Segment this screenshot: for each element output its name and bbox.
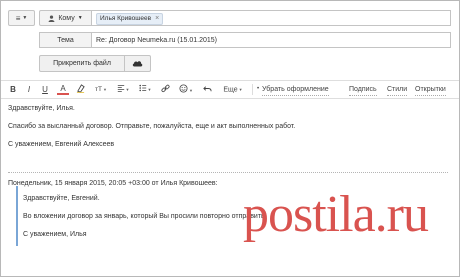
quote-greeting: Здравствуйте, Евгений. [23, 195, 100, 202]
undo-icon[interactable] [201, 84, 213, 95]
more-label: Еще [223, 86, 238, 94]
compose-window: ≡ ▼ Кому ▼ Илья Кривошеев × Тема Re: Дог… [0, 0, 460, 277]
dot-icon: • [256, 86, 260, 92]
highlight-icon[interactable] [73, 84, 87, 95]
font-size-label: тТ [95, 86, 102, 94]
thanks-text: Спасибо за высланный договор. Отправьте,… [8, 123, 296, 130]
quote-bar [16, 186, 18, 246]
subject-label: Тема [39, 32, 92, 48]
remove-formatting-link[interactable]: Убрать оформление [262, 84, 329, 96]
recipient-chip[interactable]: Илья Кривошеев × [96, 13, 164, 25]
styles-link[interactable]: Стили [387, 84, 408, 96]
toolbar-divider [252, 84, 253, 95]
text-color-button[interactable]: A [57, 84, 69, 95]
to-field[interactable]: Илья Кривошеев × [92, 10, 451, 26]
chevron-down-icon: ▼ [77, 15, 83, 21]
to-label: Кому [58, 14, 75, 22]
underline-button[interactable]: U [41, 84, 49, 95]
attach-file-label: Прикрепить файл [53, 60, 111, 67]
greeting-text: Здравствуйте, Илья. [8, 105, 75, 112]
font-size-button[interactable]: тТ▼ [93, 84, 109, 95]
list-button[interactable]: ▼ [137, 84, 153, 95]
list-icon [138, 84, 146, 92]
smiley-icon [179, 84, 188, 93]
subject-value: Re: Договор Neumeka.ru (15.01.2015) [96, 36, 217, 44]
subject-input[interactable]: Re: Договор Neumeka.ru (15.01.2015) [92, 32, 451, 48]
quote-body: Во вложении договор за январь, который В… [23, 213, 267, 220]
emoji-button[interactable]: ▼ [177, 84, 195, 95]
attach-file-button[interactable]: Прикрепить файл [39, 55, 125, 72]
more-button[interactable]: Еще▼ [223, 84, 243, 95]
close-icon[interactable]: × [155, 14, 159, 24]
link-icon[interactable] [159, 84, 171, 95]
align-button[interactable]: ▼ [115, 84, 131, 95]
quote-signature: С уважением, Илья [23, 231, 87, 238]
quote-separator [8, 172, 448, 173]
menu-button[interactable]: ≡ ▼ [8, 10, 35, 26]
signature-link[interactable]: Подпись [349, 84, 377, 96]
chevron-down-icon: ▼ [22, 15, 28, 21]
recipient-name: Илья Кривошеев [100, 15, 152, 22]
quote-header: Понедельник, 15 января 2015, 20:05 +03:0… [8, 180, 218, 187]
subject-label-text: Тема [57, 36, 74, 44]
align-left-icon [117, 85, 124, 92]
cloud-attach-button[interactable] [125, 55, 151, 72]
postcards-link[interactable]: Открытки [415, 84, 446, 96]
person-icon [48, 14, 55, 22]
cloud-icon [132, 61, 143, 67]
bold-button[interactable]: B [9, 84, 17, 95]
to-button[interactable]: Кому ▼ [39, 10, 92, 26]
hamburger-icon: ≡ [15, 13, 21, 23]
formatting-toolbar: B I U A тТ▼ ▼ ▼ ▼ Еще▼ • Убрать оформлен… [1, 80, 459, 99]
signature-text: С уважением, Евгений Алексеев [8, 141, 115, 148]
italic-button[interactable]: I [25, 84, 33, 95]
watermark-text: postila.ru [243, 186, 429, 243]
postila-watermark-logo: postila.ru [243, 186, 429, 243]
